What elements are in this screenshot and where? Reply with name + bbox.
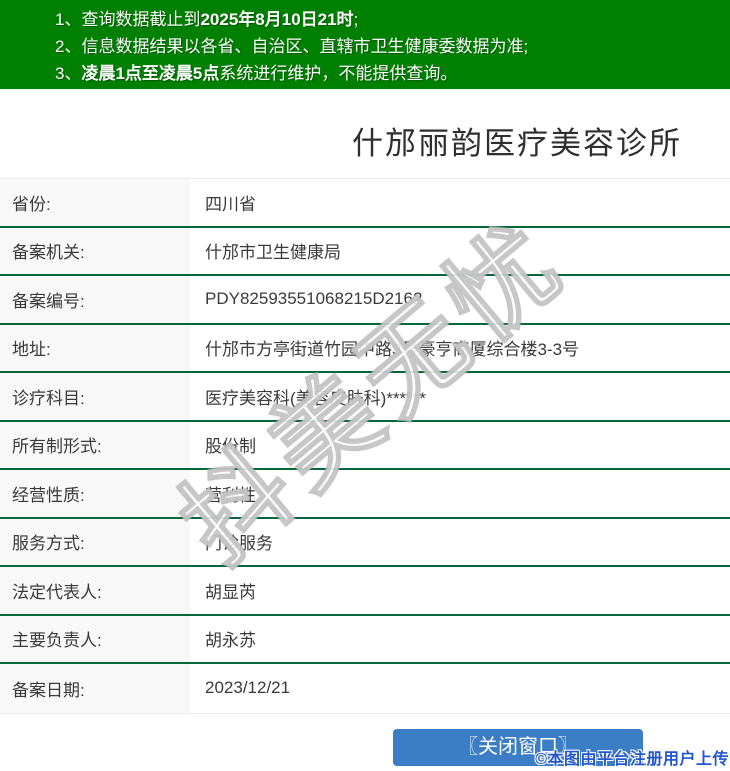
table-row-province: 省份: 四川省 [0,179,730,228]
info-table: 省份: 四川省 备案机关: 什邡市卫生健康局 备案编号: PDY82593551… [0,178,730,714]
notice-1-bold: 2025年8月10日21时 [200,10,354,29]
row-label: 经营性质: [0,470,190,517]
notice-3-num: 3、 [55,64,82,83]
row-value: 四川省 [190,179,730,226]
page-title: 什邡丽韵医疗美容诊所 [352,126,682,161]
notice-1-post: ; [353,10,359,29]
row-value: 医疗美容科(美容皮肤科)****** [190,373,730,420]
row-label: 省份: [0,179,190,226]
row-value: 2023/12/21 [190,664,730,713]
notice-line-3: 3、凌晨1点至凌晨5点系统进行维护，不能提供查询。 [55,60,722,87]
row-label: 诊疗科目: [0,373,190,420]
row-label: 备案编号: [0,276,190,323]
notice-2-num: 2、 [55,37,82,56]
row-value: 什邡市方亭街道竹园中路3号豪亨商厦综合楼3-3号 [190,324,730,371]
table-row-principal: 主要负责人: 胡永苏 [0,615,730,664]
row-label: 地址: [0,324,190,371]
row-label: 服务方式: [0,518,190,565]
table-row-business-nature: 经营性质: 营利性 [0,470,730,519]
notice-3-bold: 凌晨1点至凌晨5点 [81,64,220,83]
notice-line-1: 1、查询数据截止到2025年8月10日21时; [55,6,722,33]
row-label: 备案日期: [0,664,190,713]
row-value: 营利性 [190,470,730,517]
table-row-service-mode: 服务方式: 门诊服务 [0,518,730,567]
row-value: 胡永苏 [190,615,730,662]
notice-line-2: 2、信息数据结果以各省、自治区、直辖市卫生健康委数据为准; [55,33,722,60]
notice-bar: 1、查询数据截止到2025年8月10日21时; 2、信息数据结果以各省、自治区、… [0,0,730,89]
row-label: 主要负责人: [0,615,190,662]
notice-3-post: 系统进行维护，不能提供查询。 [219,64,458,83]
notice-2-text: 信息数据结果以各省、自治区、直辖市卫生健康委数据为准; [81,37,529,56]
table-row-authority: 备案机关: 什邡市卫生健康局 [0,227,730,276]
notice-1-num: 1、 [55,10,82,29]
row-value: 股份制 [190,421,730,468]
row-value: 胡显芮 [190,567,730,614]
row-label: 法定代表人: [0,567,190,614]
table-row-record-number: 备案编号: PDY82593551068215D2162 [0,276,730,325]
table-row-ownership: 所有制形式: 股份制 [0,421,730,470]
table-row-departments: 诊疗科目: 医疗美容科(美容皮肤科)****** [0,373,730,422]
table-row-address: 地址: 什邡市方亭街道竹园中路3号豪亨商厦综合楼3-3号 [0,324,730,373]
row-value: 门诊服务 [190,518,730,565]
row-value: PDY82593551068215D2162 [190,276,730,323]
table-row-record-date: 备案日期: 2023/12/21 [0,664,730,713]
table-row-legal-representative: 法定代表人: 胡显芮 [0,567,730,616]
credit-watermark: ©本图由平台注册用户上传 [535,751,729,768]
row-value: 什邡市卫生健康局 [190,227,730,274]
notice-1-text: 查询数据截止到 [81,10,201,29]
row-label: 所有制形式: [0,421,190,468]
row-label: 备案机关: [0,227,190,274]
